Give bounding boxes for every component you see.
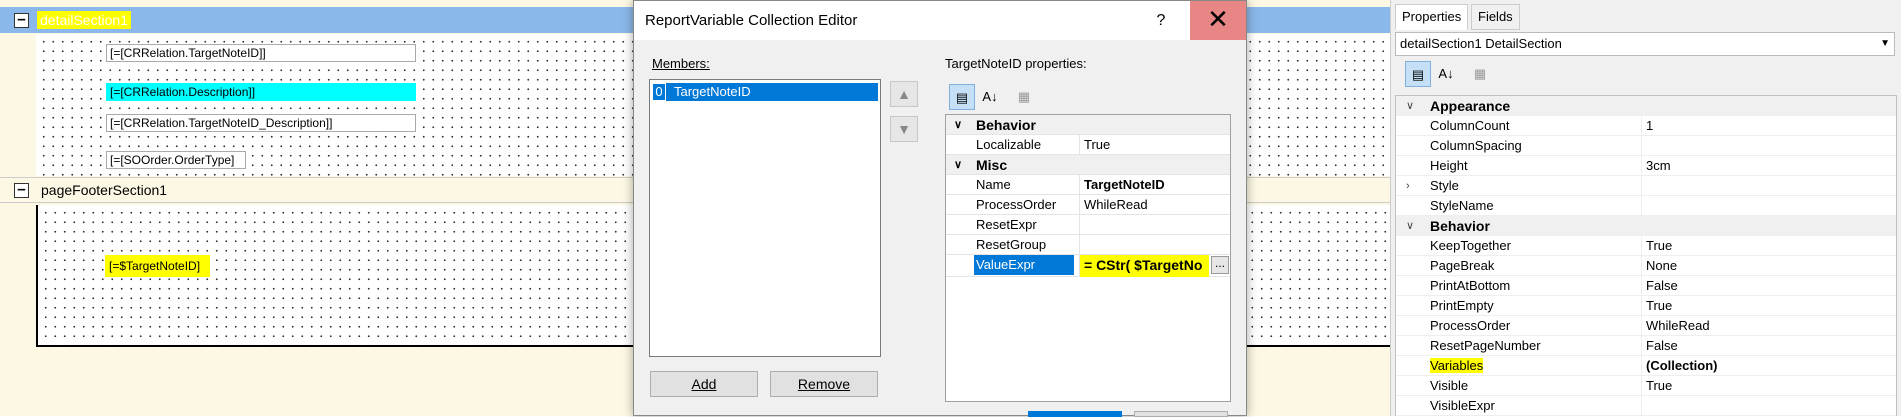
property-pages-icon[interactable]: ▦ <box>1467 61 1493 87</box>
arrow-down-icon: ▼ <box>897 121 911 137</box>
collapse-icon[interactable]: − <box>14 12 29 28</box>
collapse-chevron-icon[interactable]: ∨ <box>1406 96 1414 116</box>
grid-row[interactable]: ProcessOrder WhileRead <box>946 195 1230 215</box>
grid-row[interactable]: ResetPageNumber False <box>1396 336 1896 356</box>
grid-row[interactable]: ResetExpr <box>946 215 1230 235</box>
grid-row[interactable]: VisibleExpr <box>1396 396 1896 416</box>
member-name: TargetNoteID <box>674 84 751 99</box>
properties-pane: Properties Fields detailSection1 DetailS… <box>1390 0 1901 416</box>
grid-row[interactable]: Name TargetNoteID <box>946 175 1230 195</box>
collapse-icon[interactable]: − <box>14 182 29 198</box>
value-expr-input[interactable]: = CStr( $TargetNo <box>1079 255 1209 277</box>
report-field[interactable]: [=[CRRelation.TargetNoteID]] <box>106 44 416 62</box>
grid-row[interactable]: ResetGroup <box>946 235 1230 255</box>
object-selector-value: detailSection1 DetailSection <box>1400 36 1562 51</box>
sort-alpha-icon[interactable]: A↓ <box>977 84 1003 110</box>
grid-row-selected[interactable]: ValueExpr = CStr( $TargetNo ... <box>946 255 1230 277</box>
section-name: pageFooterSection1 <box>41 182 168 198</box>
report-field[interactable]: [=[SOOrder.OrderType] <box>106 151 246 169</box>
expand-chevron-icon[interactable]: › <box>1406 176 1410 196</box>
grid-row[interactable]: Localizable True <box>946 135 1230 155</box>
section-name: detailSection1 <box>37 11 131 29</box>
ellipsis-button[interactable]: ... <box>1211 256 1229 274</box>
cancel-button-edge[interactable] <box>1134 411 1228 417</box>
tab-properties[interactable]: Properties <box>1395 4 1469 30</box>
grid-category[interactable]: ∨ Behavior <box>946 115 1230 135</box>
member-index: 0 <box>652 83 666 101</box>
collection-editor-dialog: ReportVariable Collection Editor ? ✕ Mem… <box>633 0 1247 417</box>
property-grid[interactable]: ∨ Appearance ColumnCount 1 ColumnSpacing H… <box>1395 95 1897 416</box>
categorized-icon[interactable]: ▤ <box>1405 61 1431 87</box>
grid-row[interactable]: KeepTogether True <box>1396 236 1896 256</box>
members-label: Members: <box>652 56 710 71</box>
object-selector[interactable]: detailSection1 DetailSection ▼ <box>1395 32 1895 56</box>
properties-label: TargetNoteID properties: <box>945 56 1087 71</box>
grid-category[interactable]: ∨ Behavior <box>1396 216 1896 236</box>
grid-row[interactable]: › Style <box>1396 176 1896 196</box>
report-field-selected[interactable]: [=[CRRelation.Description]] <box>106 83 416 101</box>
collapse-chevron-icon[interactable]: ∨ <box>954 115 962 135</box>
report-field-highlighted[interactable]: [=$TargetNoteID] <box>105 255 210 277</box>
sort-alpha-icon[interactable]: A↓ <box>1433 61 1459 87</box>
grid-row[interactable]: Visible True <box>1396 376 1896 396</box>
list-item[interactable]: 0 TargetNoteID <box>652 83 878 101</box>
categorized-icon[interactable]: ▤ <box>949 84 975 110</box>
move-down-button[interactable]: ▼ <box>890 116 918 142</box>
grid-row[interactable]: PrintAtBottom False <box>1396 276 1896 296</box>
grid-category[interactable]: ∨ Misc <box>946 155 1230 175</box>
close-button[interactable]: ✕ <box>1190 1 1246 40</box>
chevron-down-icon[interactable]: ▼ <box>1880 33 1890 55</box>
grid-row[interactable]: ColumnSpacing <box>1396 136 1896 156</box>
add-button[interactable]: Add <box>650 371 758 397</box>
tab-fields[interactable]: Fields <box>1471 4 1520 30</box>
dialog-title: ReportVariable Collection Editor <box>645 12 858 29</box>
grid-row[interactable]: ColumnCount 1 <box>1396 116 1896 136</box>
report-field[interactable]: [=[CRRelation.TargetNoteID_Description]] <box>106 114 416 132</box>
arrow-up-icon: ▲ <box>897 86 911 102</box>
remove-button[interactable]: Remove <box>770 371 878 397</box>
ok-button-edge[interactable] <box>1028 411 1122 417</box>
collapse-chevron-icon[interactable]: ∨ <box>954 155 962 175</box>
grid-category[interactable]: ∨ Appearance <box>1396 96 1896 116</box>
move-up-button[interactable]: ▲ <box>890 81 918 107</box>
help-button[interactable]: ? <box>1138 1 1184 40</box>
grid-row-variables[interactable]: Variables (Collection) <box>1396 356 1896 376</box>
grid-row[interactable]: StyleName <box>1396 196 1896 216</box>
grid-row[interactable]: PrintEmpty True <box>1396 296 1896 316</box>
grid-row[interactable]: PageBreak None <box>1396 256 1896 276</box>
members-list[interactable]: 0 TargetNoteID <box>649 79 881 357</box>
collapse-chevron-icon[interactable]: ∨ <box>1406 216 1414 236</box>
grid-row[interactable]: ProcessOrder WhileRead <box>1396 316 1896 336</box>
grid-row[interactable]: Height 3cm <box>1396 156 1896 176</box>
property-grid[interactable]: ∨ Behavior Localizable True ∨ Misc Name Targ… <box>945 114 1231 402</box>
property-pages-icon[interactable]: ▦ <box>1011 84 1037 110</box>
